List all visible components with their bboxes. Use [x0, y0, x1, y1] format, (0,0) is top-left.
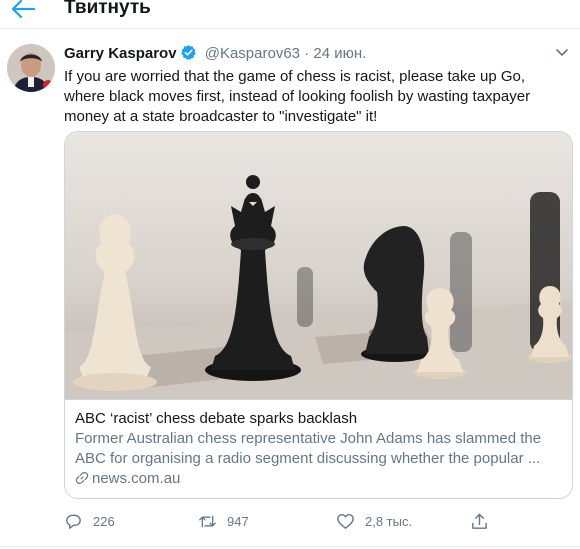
- page-header: Твитнуть: [0, 0, 580, 29]
- reply-button[interactable]: 226: [64, 510, 115, 532]
- separator-dot: ·: [304, 45, 310, 62]
- card-image: [65, 132, 572, 400]
- divider: [0, 546, 580, 547]
- avatar-image: [7, 44, 55, 92]
- avatar[interactable]: [7, 44, 55, 92]
- tweet-text: If you are worried that the game of ches…: [64, 68, 531, 125]
- share-button[interactable]: [470, 510, 499, 532]
- card-description-line-1: Former Australian chess representative J…: [75, 430, 542, 447]
- reply-count: 226: [93, 513, 115, 529]
- card-description-line-2: ABC for organising a radio segment discu…: [75, 450, 541, 467]
- card-title: ABC ‘racist’ chess debate sparks backlas…: [75, 410, 358, 427]
- retweet-button[interactable]: 947: [198, 510, 249, 532]
- link-preview-card[interactable]: ABC ‘racist’ chess debate sparks backlas…: [64, 131, 573, 499]
- page-title: Твитнуть: [64, 0, 151, 18]
- like-button[interactable]: 2,8 тыс.: [336, 510, 412, 532]
- arrow-left-icon[interactable]: [8, 0, 38, 22]
- share-icon: [472, 513, 487, 529]
- tweet-date[interactable]: 24 июн.: [313, 45, 366, 62]
- card-domain: news.com.au: [92, 470, 181, 487]
- link-icon: [75, 472, 89, 484]
- retweet-icon: [199, 515, 216, 527]
- tweet-author-line: Garry Kasparov @Kasparov63 · 24 июн.: [64, 44, 366, 64]
- card-domain-row: news.com.au: [75, 469, 565, 489]
- card-body: ABC ‘racist’ chess debate sparks backlas…: [75, 409, 565, 489]
- chevron-down-icon[interactable]: [554, 44, 570, 60]
- verified-badge-icon: [180, 45, 196, 60]
- author-name[interactable]: Garry Kasparov: [64, 45, 177, 62]
- tweet-actions: 226 947 2,8 тыс.: [64, 510, 524, 532]
- author-handle[interactable]: @Kasparov63: [205, 45, 300, 62]
- heart-icon: [337, 513, 354, 529]
- like-count: 2,8 тыс.: [365, 513, 413, 529]
- reply-icon: [66, 514, 81, 529]
- retweet-count: 947: [227, 513, 249, 529]
